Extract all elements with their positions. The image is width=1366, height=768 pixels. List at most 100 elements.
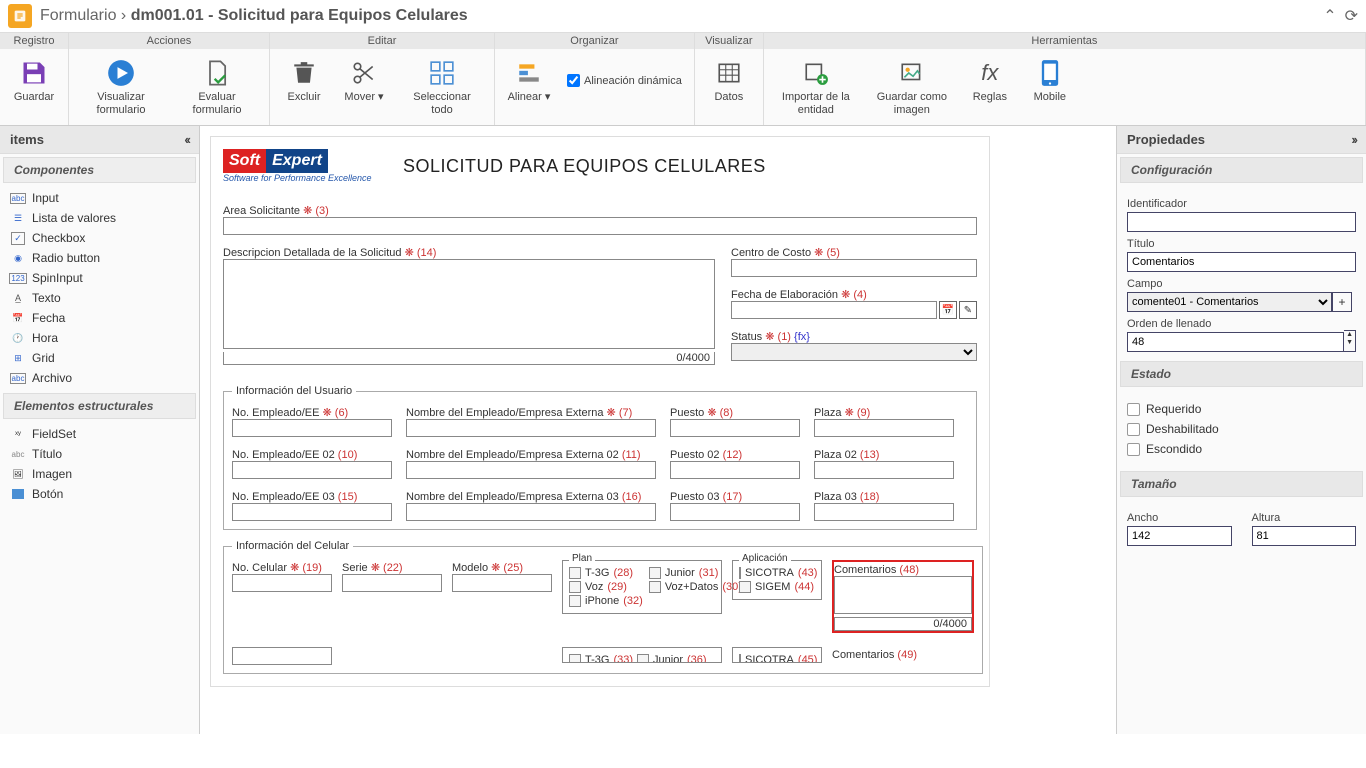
breadcrumb-root[interactable]: Formulario bbox=[40, 7, 116, 24]
plaza3-input[interactable] bbox=[814, 503, 954, 521]
field-fecha[interactable]: Fecha de Elaboración ❋ (4) 📅 ✎ bbox=[731, 287, 977, 319]
calendar-icon[interactable]: 📅 bbox=[939, 301, 957, 319]
prop-campo-label: Campo bbox=[1127, 278, 1356, 290]
clear-date-icon[interactable]: ✎ bbox=[959, 301, 977, 319]
component-icon: ☰ bbox=[10, 211, 26, 225]
collapse-icon[interactable]: ⌃ bbox=[1323, 6, 1336, 26]
legend-celular: Información del Celular bbox=[232, 540, 353, 552]
ribbon-title-acciones: Acciones bbox=[69, 33, 269, 49]
add-field-button[interactable]: + bbox=[1332, 292, 1352, 312]
component-item-texto[interactable]: A̲Texto bbox=[4, 288, 195, 308]
field-centro-costo[interactable]: Centro de Costo ❋ (5) bbox=[731, 245, 977, 277]
status-select[interactable] bbox=[731, 343, 977, 361]
ribbon-group-registro: Registro Guardar bbox=[0, 33, 69, 125]
comentarios-textarea[interactable] bbox=[834, 576, 972, 614]
fecha-input[interactable] bbox=[731, 301, 937, 319]
structural-section-header: Elementos estructurales bbox=[3, 393, 196, 419]
save-button[interactable]: Guardar bbox=[4, 53, 64, 108]
collapse-right-icon[interactable]: ›› bbox=[1351, 132, 1356, 147]
nom3-input[interactable] bbox=[406, 503, 656, 521]
field-comentarios-selected[interactable]: Comentarios (48) 0/4000 bbox=[832, 560, 974, 633]
collapse-left-icon[interactable]: ‹‹ bbox=[184, 132, 189, 147]
structural-item-título[interactable]: abcTítulo bbox=[4, 444, 195, 464]
evaluate-button[interactable]: Evaluar formulario bbox=[169, 53, 265, 121]
delete-button[interactable]: Excluir bbox=[274, 53, 334, 121]
component-item-radio-button[interactable]: ◉Radio button bbox=[4, 248, 195, 268]
select-all-button[interactable]: Seleccionar todo bbox=[394, 53, 490, 121]
component-item-input[interactable]: abcInput bbox=[4, 188, 195, 208]
table-icon bbox=[713, 57, 745, 89]
serie-input[interactable] bbox=[342, 574, 442, 592]
field-descripcion[interactable]: Descripcion Detallada de la Solicitud ❋ … bbox=[223, 245, 715, 365]
align-button[interactable]: Alinear ▾ bbox=[499, 53, 559, 108]
structural-item-botón[interactable]: Botón bbox=[4, 484, 195, 504]
prop-campo-select[interactable]: comente01 - Comentarios bbox=[1127, 292, 1332, 312]
preview-button[interactable]: Visualizar formulario bbox=[73, 53, 169, 121]
emp1-input[interactable] bbox=[232, 419, 392, 437]
prop-titulo-label: Título bbox=[1127, 238, 1356, 250]
prop-orden-input[interactable] bbox=[1127, 332, 1344, 352]
plaza1-input[interactable] bbox=[814, 419, 954, 437]
form-canvas[interactable]: SoftExpert Software for Performance Exce… bbox=[200, 126, 1116, 734]
field-status[interactable]: Status ❋ (1) {fx} bbox=[731, 329, 977, 361]
component-item-fecha[interactable]: 📅Fecha bbox=[4, 308, 195, 328]
component-item-archivo[interactable]: abcArchivo bbox=[4, 368, 195, 388]
area-input[interactable] bbox=[223, 217, 977, 235]
prop-altura-input[interactable] bbox=[1252, 526, 1357, 546]
prop-escondido-check[interactable]: Escondido bbox=[1127, 442, 1356, 456]
modelo-input[interactable] bbox=[452, 574, 552, 592]
component-item-grid[interactable]: ⊞Grid bbox=[4, 348, 195, 368]
structural-item-imagen[interactable]: 🖼Imagen bbox=[4, 464, 195, 484]
puesto3-input[interactable] bbox=[670, 503, 800, 521]
comentarios-counter: 0/4000 bbox=[834, 617, 972, 631]
puesto2-input[interactable] bbox=[670, 461, 800, 479]
ribbon-group-visualizar: Visualizar Datos bbox=[695, 33, 764, 125]
descripcion-textarea[interactable] bbox=[223, 259, 715, 349]
move-button[interactable]: Mover ▾ bbox=[334, 53, 394, 121]
prop-deshabilitado-check[interactable]: Deshabilitado bbox=[1127, 422, 1356, 436]
emp2-input[interactable] bbox=[232, 461, 392, 479]
component-item-lista-de-valores[interactable]: ☰Lista de valores bbox=[4, 208, 195, 228]
field-comentarios-2[interactable]: Comentarios (49) bbox=[832, 647, 974, 661]
component-item-checkbox[interactable]: ✓Checkbox bbox=[4, 228, 195, 248]
breadcrumb: Formulario › dm001.01 - Solicitud para E… bbox=[40, 7, 468, 25]
ribbon-title-herramientas: Herramientas bbox=[764, 33, 1365, 49]
plaza2-input[interactable] bbox=[814, 461, 954, 479]
vozdatos-checkbox[interactable] bbox=[649, 581, 661, 593]
t3g-checkbox[interactable] bbox=[569, 567, 581, 579]
iphone-checkbox[interactable] bbox=[569, 595, 581, 607]
emp3-input[interactable] bbox=[232, 503, 392, 521]
prop-identificador-input[interactable] bbox=[1127, 212, 1356, 232]
sigem-checkbox[interactable] bbox=[739, 581, 751, 593]
junior-checkbox[interactable] bbox=[649, 567, 661, 579]
spin-up-icon[interactable]: ▲ bbox=[1344, 331, 1355, 339]
spin-down-icon[interactable]: ▼ bbox=[1344, 339, 1355, 347]
nom1-input[interactable] bbox=[406, 419, 656, 437]
centro-input[interactable] bbox=[731, 259, 977, 277]
dynamic-align-input[interactable] bbox=[567, 74, 580, 87]
mobile-button[interactable]: Mobile bbox=[1020, 53, 1080, 121]
component-item-hora[interactable]: 🕐Hora bbox=[4, 328, 195, 348]
nocel-input[interactable] bbox=[232, 574, 332, 592]
plan-box: Plan T-3G (28) Voz (29) iPhone (32) Juni… bbox=[562, 560, 722, 614]
component-item-spininput[interactable]: 123SpinInput bbox=[4, 268, 195, 288]
data-button[interactable]: Datos bbox=[699, 53, 759, 108]
refresh-icon[interactable]: ⟳ bbox=[1345, 6, 1358, 26]
sicotra-checkbox[interactable] bbox=[739, 567, 741, 579]
prop-requerido-check[interactable]: Requerido bbox=[1127, 402, 1356, 416]
field-area-solicitante[interactable]: Area Solicitante ❋ (3) bbox=[223, 203, 977, 235]
voz-checkbox[interactable] bbox=[569, 581, 581, 593]
rules-button[interactable]: fx Reglas bbox=[960, 53, 1020, 121]
structural-icon bbox=[10, 487, 26, 501]
nom2-input[interactable] bbox=[406, 461, 656, 479]
nocel2-input[interactable] bbox=[232, 647, 332, 665]
dynamic-align-checkbox[interactable]: Alineación dinámica bbox=[559, 53, 690, 108]
import-button[interactable]: Importar de la entidad bbox=[768, 53, 864, 121]
component-icon: abc bbox=[10, 371, 26, 385]
save-image-button[interactable]: Guardar como imagen bbox=[864, 53, 960, 121]
prop-ancho-input[interactable] bbox=[1127, 526, 1232, 546]
structural-icon: abc bbox=[10, 447, 26, 461]
puesto1-input[interactable] bbox=[670, 419, 800, 437]
structural-item-fieldset[interactable]: ˣʸFieldSet bbox=[4, 424, 195, 444]
prop-titulo-input[interactable] bbox=[1127, 252, 1356, 272]
